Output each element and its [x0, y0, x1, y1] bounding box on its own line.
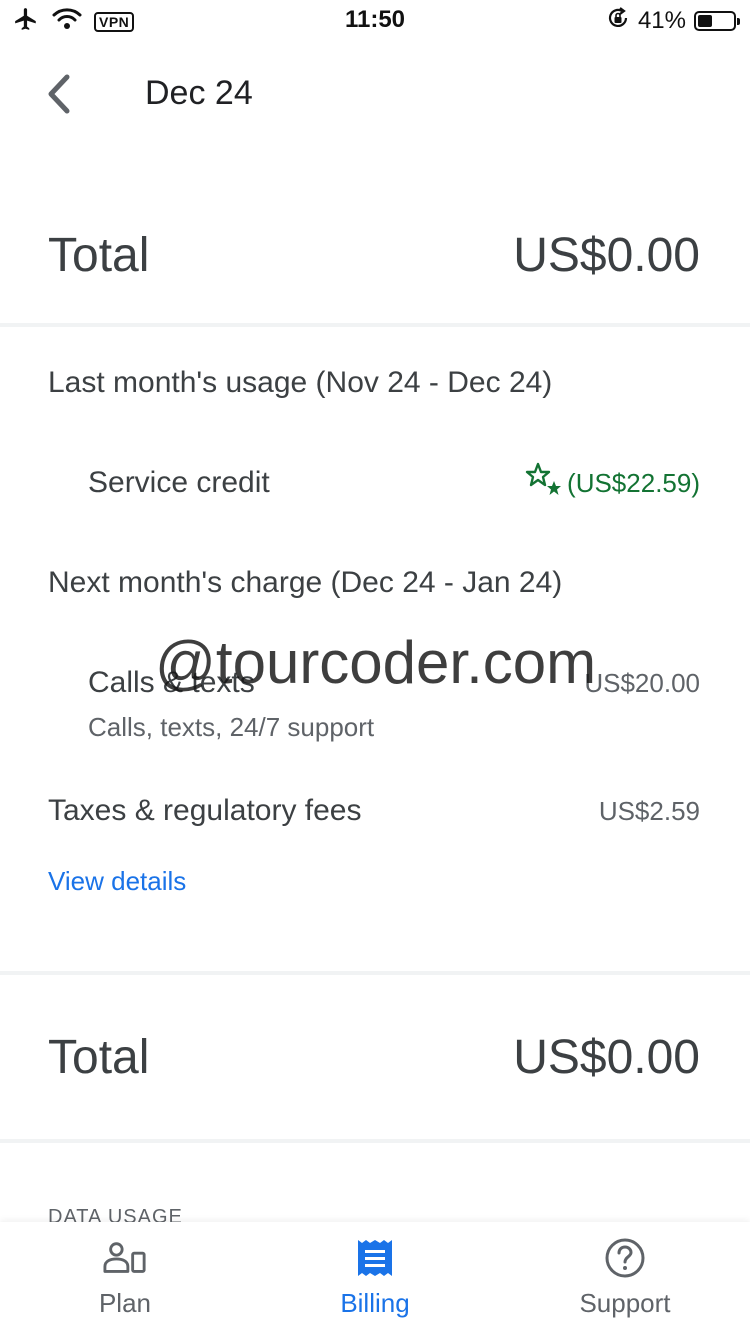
orientation-lock-icon	[606, 6, 630, 35]
divider	[0, 1139, 750, 1143]
total-value-bottom: US$0.00	[513, 1031, 700, 1084]
next-month-heading: Next month's charge (Dec 24 - Jan 24)	[48, 566, 563, 599]
billing-icon	[353, 1236, 397, 1280]
nav-item-plan[interactable]: Plan	[0, 1222, 250, 1334]
total-value-top: US$0.00	[513, 229, 700, 282]
star-credit-icon	[525, 462, 563, 505]
service-credit-value: (US$22.59)	[525, 462, 700, 505]
service-credit-label: Service credit	[88, 466, 270, 499]
last-month-heading: Last month's usage (Nov 24 - Dec 24)	[48, 366, 553, 399]
total-label-top: Total	[48, 229, 150, 282]
support-icon	[603, 1236, 647, 1280]
divider	[0, 323, 750, 327]
status-bar: VPN 11:50 41%	[0, 0, 750, 40]
back-button[interactable]	[34, 72, 82, 120]
total-label-bottom: Total	[48, 1031, 150, 1084]
calls-texts-value: US$20.00	[584, 668, 700, 698]
nav-item-support[interactable]: Support	[500, 1222, 750, 1334]
battery-icon	[694, 10, 740, 31]
plan-icon	[103, 1236, 147, 1280]
nav-label-support: Support	[579, 1288, 671, 1318]
nav-label-plan: Plan	[98, 1288, 152, 1318]
status-right: 41%	[606, 6, 740, 35]
calls-texts-description: Calls, texts, 24/7 support	[88, 712, 375, 742]
nav-item-billing[interactable]: Billing	[250, 1222, 500, 1334]
taxes-label: Taxes & regulatory fees	[48, 794, 362, 827]
service-credit-amount: (US$22.59)	[567, 468, 700, 498]
chevron-left-icon	[43, 73, 73, 120]
view-details-link[interactable]: View details	[48, 866, 186, 897]
page-title: Dec 24	[145, 74, 253, 112]
divider	[0, 971, 750, 975]
battery-percent: 41%	[637, 6, 686, 34]
bottom-nav: Plan Billing Support	[0, 1222, 750, 1334]
taxes-value: US$2.59	[598, 796, 700, 826]
nav-label-billing: Billing	[340, 1288, 410, 1318]
calls-texts-label: Calls & texts	[88, 666, 255, 699]
